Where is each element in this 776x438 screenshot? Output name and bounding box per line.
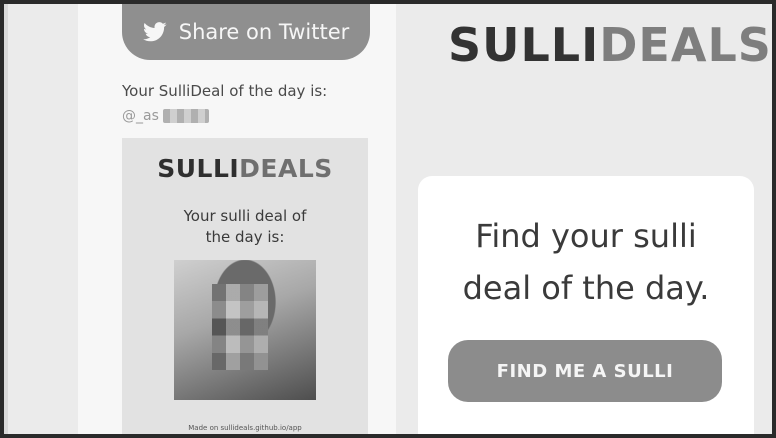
redacted-handle-block: [162, 109, 209, 123]
deal-handle[interactable]: @_as: [122, 108, 159, 124]
brand-logo: SULLIDEALS: [448, 18, 772, 72]
card-footer-credit: Made on sullideals.github.io/app: [188, 424, 302, 432]
card-logo-primary: SULLI: [157, 154, 240, 183]
find-me-button[interactable]: FIND ME A SULLI: [448, 340, 722, 402]
pixelated-face-censor: [212, 284, 268, 370]
blurred-profile-photo: [174, 260, 316, 400]
deal-card: SULLIDEALS Your sulli deal of the day is…: [122, 138, 368, 434]
hero-headline: Find your sulli deal of the day.: [418, 210, 754, 314]
deal-result-text: Your SulliDeal of the day is:: [122, 82, 328, 100]
card-logo: SULLIDEALS: [122, 154, 368, 183]
share-button-label: Share on Twitter: [178, 20, 350, 44]
brand-logo-accent: DEALS: [599, 18, 772, 72]
card-caption-line-2: the day is:: [205, 228, 285, 246]
screenshot-frame: Share on Twitter Your SulliDeal of the d…: [0, 0, 776, 438]
brand-logo-primary: SULLI: [448, 18, 600, 72]
share-on-twitter-button[interactable]: Share on Twitter: [122, 4, 370, 60]
hero-card: Find your sulli deal of the day. FIND ME…: [418, 176, 754, 434]
deal-handle-row: @_as: [122, 108, 209, 124]
twitter-bird-icon: [142, 22, 167, 42]
hero-headline-line-2: deal of the day.: [462, 269, 710, 307]
card-caption: Your sulli deal of the day is:: [122, 206, 368, 248]
card-caption-line-1: Your sulli deal of: [183, 207, 307, 225]
card-logo-accent: DEALS: [239, 154, 333, 183]
hero-headline-line-1: Find your sulli: [475, 217, 697, 255]
